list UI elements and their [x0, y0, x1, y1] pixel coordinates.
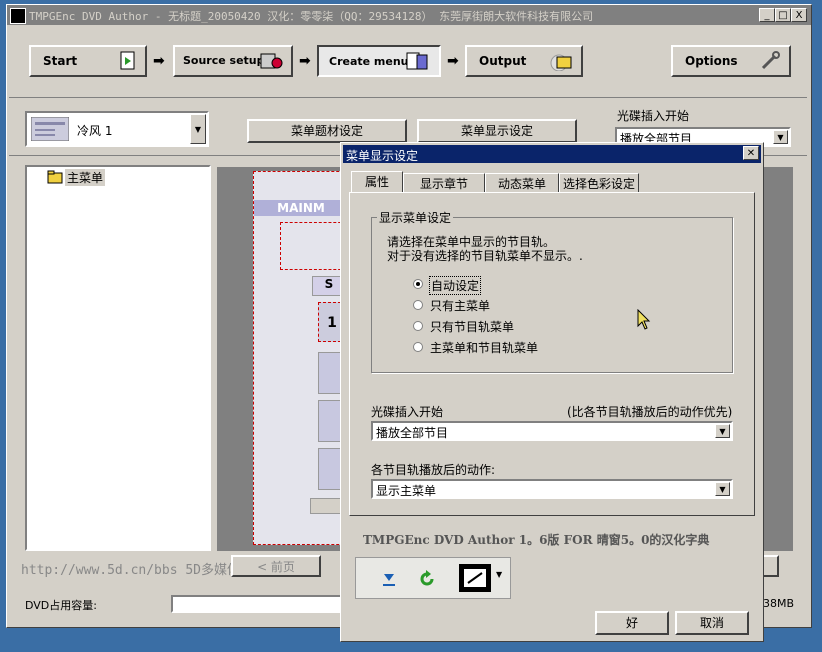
desc-line-2: 对于没有选择的节目轨菜单不显示。.: [387, 249, 583, 263]
after-play-value: 显示主菜单: [376, 484, 437, 498]
film-gear-icon: [260, 53, 283, 69]
minimize-button[interactable]: _: [759, 8, 775, 22]
separator: [9, 97, 807, 98]
menu-preview-canvas: MAINM S 1: [253, 171, 349, 545]
film-settings-icon[interactable]: [458, 563, 492, 593]
menu-page-icon: [406, 52, 428, 70]
dialog-disc-insert-value: 播放全部节目: [376, 426, 449, 440]
step-arrow-icon: ➡: [299, 53, 311, 69]
menu-display-dialog: 菜单显示设定 ✕ 属性 显示章节 动态菜单 选择色彩设定 显示菜单设定 请选择在…: [340, 142, 764, 642]
theme-combo[interactable]: 冷风 1 ▼: [25, 111, 209, 147]
cancel-button[interactable]: 取消: [675, 611, 749, 635]
start-step-button[interactable]: Start: [29, 45, 147, 77]
after-play-label: 各节目轨播放后的动作:: [371, 463, 496, 477]
maximize-button[interactable]: □: [775, 8, 791, 22]
dialog-title: 菜单显示设定: [346, 149, 419, 163]
dialog-title-bar: 菜单显示设定 ✕: [343, 145, 761, 163]
tree-item-main-menu[interactable]: 主菜单: [65, 169, 106, 186]
title-bar: TMPGEnc DVD Author - 无标题_20050420 汉化：零零柒…: [7, 5, 811, 25]
watermark-text: http://www.5d.cn/bbs 5D多媒体: [21, 563, 241, 578]
radio-auto-label[interactable]: 自动设定: [429, 276, 482, 295]
tab-color-settings[interactable]: 选择色彩设定: [559, 173, 639, 193]
radio-auto[interactable]: [413, 279, 423, 289]
radio-track-only-label[interactable]: 只有节目轨菜单: [430, 318, 514, 335]
create-menu-step-label: Create menu: [329, 55, 409, 68]
menu-display-button[interactable]: 菜单显示设定: [417, 119, 577, 143]
after-play-select[interactable]: 显示主菜单 ▼: [371, 479, 733, 499]
chevron-down-icon[interactable]: ▼: [190, 114, 206, 144]
options-step-button[interactable]: Options: [671, 45, 791, 77]
source-setup-step-label: Source setup: [183, 54, 265, 67]
chevron-down-icon[interactable]: ▼: [715, 424, 730, 438]
folder-disc-icon: [550, 54, 572, 71]
capacity-label: DVD占用容量:: [25, 599, 97, 612]
close-button[interactable]: X: [791, 8, 807, 22]
dialog-close-button[interactable]: ✕: [743, 146, 759, 160]
document-play-icon: [120, 51, 135, 70]
mouse-cursor-icon: [637, 309, 651, 330]
tab-properties[interactable]: 属性: [351, 171, 403, 193]
source-setup-step-button[interactable]: Source setup: [173, 45, 293, 77]
chevron-down-icon[interactable]: ▼: [773, 130, 788, 144]
radio-main-and-track[interactable]: [413, 342, 423, 352]
group-title: 显示菜单设定: [377, 209, 454, 226]
radio-main-only-label[interactable]: 只有主菜单: [430, 297, 490, 314]
wrench-icon: [761, 51, 780, 70]
menu-tree[interactable]: 主菜单: [25, 165, 211, 551]
window-title: TMPGEnc DVD Author - 无标题_20050420 汉化：零零柒…: [29, 10, 594, 23]
capacity-value: 38MB: [763, 597, 795, 610]
prev-page-button[interactable]: < 前页: [231, 555, 321, 577]
folder-icon: [47, 170, 63, 184]
menu-material-button[interactable]: 菜单题材设定: [247, 119, 407, 143]
preview-main-title: MAINM: [254, 200, 348, 216]
tab-chapters[interactable]: 显示章节: [403, 173, 485, 193]
dialog-disc-insert-hint: (比各节目轨播放后的动作优先): [567, 405, 733, 419]
dialog-disc-insert-select[interactable]: 播放全部节目 ▼: [371, 421, 733, 441]
radio-main-and-track-label[interactable]: 主菜单和节目轨菜单: [430, 339, 538, 356]
credit-text: TMPGEnc DVD Author 1。6版 FOR 晴窗5。0的汉化字典: [363, 533, 710, 547]
tab-motion-menu[interactable]: 动态菜单: [485, 173, 559, 193]
start-step-label: Start: [43, 54, 78, 68]
create-menu-step-button[interactable]: Create menu: [317, 45, 441, 77]
app-icon: [10, 8, 26, 24]
theme-name: 冷风 1: [77, 124, 113, 138]
step-arrow-icon: ➡: [153, 53, 165, 69]
radio-track-only[interactable]: [413, 321, 423, 331]
dialog-disc-insert-label: 光碟插入开始: [371, 405, 444, 419]
output-step-label: Output: [479, 54, 527, 68]
step-arrow-icon: ➡: [447, 53, 459, 69]
radio-main-only[interactable]: [413, 300, 423, 310]
options-step-label: Options: [685, 54, 738, 68]
mini-toolbar: ▼: [355, 557, 511, 599]
theme-thumbnail-icon: [31, 117, 69, 141]
preview-title-frame: [280, 222, 346, 270]
chevron-down-icon[interactable]: ▼: [715, 482, 730, 496]
disc-insert-label: 光碟插入开始: [617, 109, 690, 123]
refresh-icon[interactable]: [418, 570, 436, 588]
ok-button[interactable]: 好: [595, 611, 669, 635]
download-icon[interactable]: [380, 570, 398, 588]
output-step-button[interactable]: Output: [465, 45, 583, 77]
dropdown-arrow-icon[interactable]: ▼: [496, 570, 502, 579]
